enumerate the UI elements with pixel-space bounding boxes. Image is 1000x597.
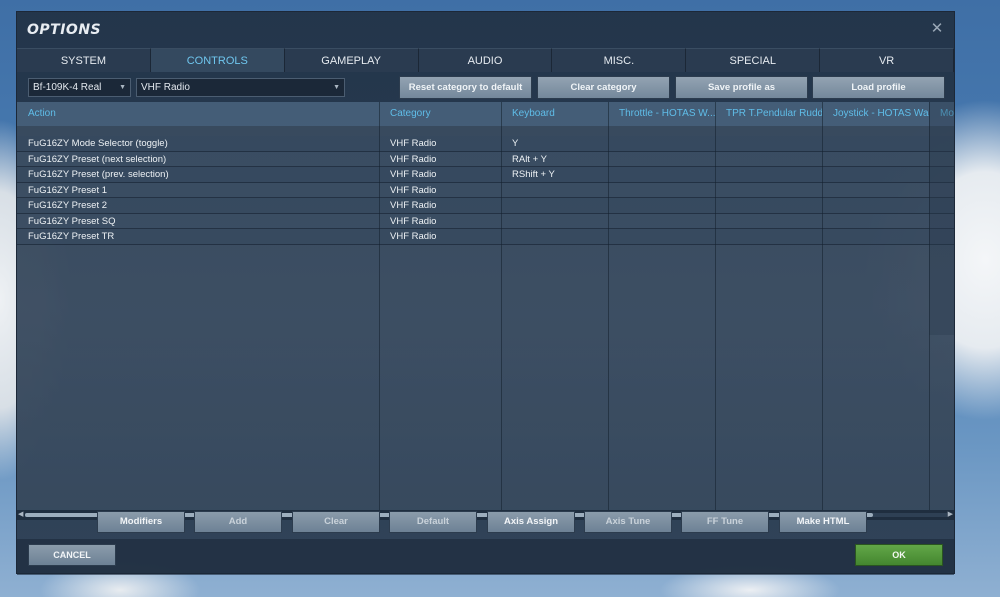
- action-cell: FuG16ZY Preset 2: [28, 200, 108, 211]
- column-header-keyboard[interactable]: Keyboard: [501, 102, 608, 126]
- action-cell: FuG16ZY Preset 1: [28, 184, 108, 196]
- column-header-action[interactable]: Action: [17, 102, 379, 126]
- tab-bar: SYSTEM CONTROLS GAMEPLAY AUDIO MISC. SPE…: [17, 48, 955, 72]
- bindings-table: Action Category Keyboard Throttle - HOTA…: [17, 102, 954, 510]
- aircraft-select[interactable]: Bf-109K-4 Real ▼: [28, 78, 131, 97]
- category-cell: VHF Radio: [390, 153, 437, 165]
- keyboard-cell[interactable]: [501, 198, 608, 213]
- load-profile-button[interactable]: Load profile: [812, 76, 945, 99]
- mouse-column-strip: [929, 102, 954, 335]
- action-cell: FuG16ZY Preset (prev. selection): [28, 169, 169, 180]
- controls-toolbar: Bf-109K-4 Real ▼ VHF Radio ▼ Reset categ…: [17, 72, 954, 102]
- column-divider: [608, 102, 609, 510]
- tab-system[interactable]: SYSTEM: [17, 48, 151, 72]
- close-icon[interactable]: ✕: [928, 20, 946, 38]
- axis-assign-button[interactable]: Axis Assign: [487, 511, 575, 533]
- column-divider: [715, 102, 716, 510]
- table-row[interactable]: FuG16ZY Preset 1 VHF Radio: [17, 182, 954, 198]
- action-cell: FuG16ZY Preset TR: [28, 231, 115, 242]
- keyboard-cell[interactable]: Y: [501, 136, 608, 151]
- ok-button[interactable]: OK: [855, 544, 943, 566]
- aircraft-select-value: Bf-109K-4 Real: [33, 82, 102, 93]
- title-bar: OPTIONS ✕: [17, 12, 954, 48]
- tab-gameplay[interactable]: GAMEPLAY: [284, 48, 419, 72]
- column-header-category[interactable]: Category: [379, 102, 501, 126]
- keyboard-cell[interactable]: RAlt + Y: [501, 152, 608, 167]
- category-cell: VHF Radio: [390, 184, 437, 196]
- table-header: Action Category Keyboard Throttle - HOTA…: [17, 102, 954, 126]
- tab-audio[interactable]: AUDIO: [418, 48, 553, 72]
- dialog-footer: CANCEL OK: [17, 539, 954, 575]
- category-select[interactable]: VHF Radio ▼: [136, 78, 345, 97]
- window-title: OPTIONS: [27, 22, 102, 38]
- make-html-button[interactable]: Make HTML: [779, 511, 867, 533]
- keyboard-cell[interactable]: [501, 183, 608, 198]
- clear-button[interactable]: Clear: [292, 511, 380, 533]
- ff-tune-button[interactable]: FF Tune: [681, 511, 769, 533]
- axis-tune-button[interactable]: Axis Tune: [584, 511, 672, 533]
- reset-category-button[interactable]: Reset category to default: [399, 76, 532, 99]
- column-divider: [929, 102, 930, 510]
- clear-category-button[interactable]: Clear category: [537, 76, 670, 99]
- column-header-rudder[interactable]: TPR T.Pendular Rudd...: [715, 102, 822, 126]
- scroll-right-icon[interactable]: ▶: [948, 510, 953, 520]
- options-window: OPTIONS ✕ SYSTEM CONTROLS GAMEPLAY AUDIO…: [16, 11, 955, 575]
- add-button[interactable]: Add: [194, 511, 282, 533]
- keyboard-cell[interactable]: RShift + Y: [501, 167, 608, 182]
- column-divider: [501, 102, 502, 510]
- category-cell: VHF Radio: [390, 138, 437, 149]
- tab-vr[interactable]: VR: [820, 48, 955, 72]
- column-header-throttle[interactable]: Throttle - HOTAS W...: [608, 102, 715, 126]
- category-cell: VHF Radio: [390, 231, 437, 242]
- table-row[interactable]: FuG16ZY Preset 2 VHF Radio: [17, 198, 954, 214]
- action-cell: FuG16ZY Preset SQ: [28, 215, 116, 227]
- category-cell: VHF Radio: [390, 169, 437, 180]
- action-cell: FuG16ZY Mode Selector (toggle): [28, 138, 168, 149]
- table-row[interactable]: FuG16ZY Preset SQ VHF Radio: [17, 213, 954, 229]
- modifiers-button[interactable]: Modifiers: [97, 511, 185, 533]
- category-cell: VHF Radio: [390, 200, 437, 211]
- tab-misc[interactable]: MISC.: [552, 48, 687, 72]
- tab-special[interactable]: SPECIAL: [686, 48, 821, 72]
- save-profile-button[interactable]: Save profile as: [675, 76, 808, 99]
- category-select-value: VHF Radio: [141, 82, 190, 93]
- table-row[interactable]: FuG16ZY Mode Selector (toggle) VHF Radio…: [17, 136, 954, 152]
- column-divider: [379, 102, 380, 510]
- default-button[interactable]: Default: [389, 511, 477, 533]
- column-header-joystick[interactable]: Joystick - HOTAS Wa...: [822, 102, 929, 126]
- keyboard-cell[interactable]: [501, 229, 608, 244]
- chevron-down-icon: ▼: [333, 84, 340, 91]
- table-row[interactable]: FuG16ZY Preset (prev. selection) VHF Rad…: [17, 167, 954, 183]
- chevron-down-icon: ▼: [119, 84, 126, 91]
- cancel-button[interactable]: CANCEL: [28, 544, 116, 566]
- category-cell: VHF Radio: [390, 215, 437, 227]
- table-row[interactable]: FuG16ZY Preset (next selection) VHF Radi…: [17, 151, 954, 167]
- scroll-left-icon[interactable]: ◀: [18, 510, 23, 520]
- keyboard-cell[interactable]: [501, 214, 608, 229]
- tab-controls[interactable]: CONTROLS: [150, 48, 285, 72]
- table-row[interactable]: FuG16ZY Preset TR VHF Radio: [17, 229, 954, 245]
- column-divider: [822, 102, 823, 510]
- action-cell: FuG16ZY Preset (next selection): [28, 153, 167, 165]
